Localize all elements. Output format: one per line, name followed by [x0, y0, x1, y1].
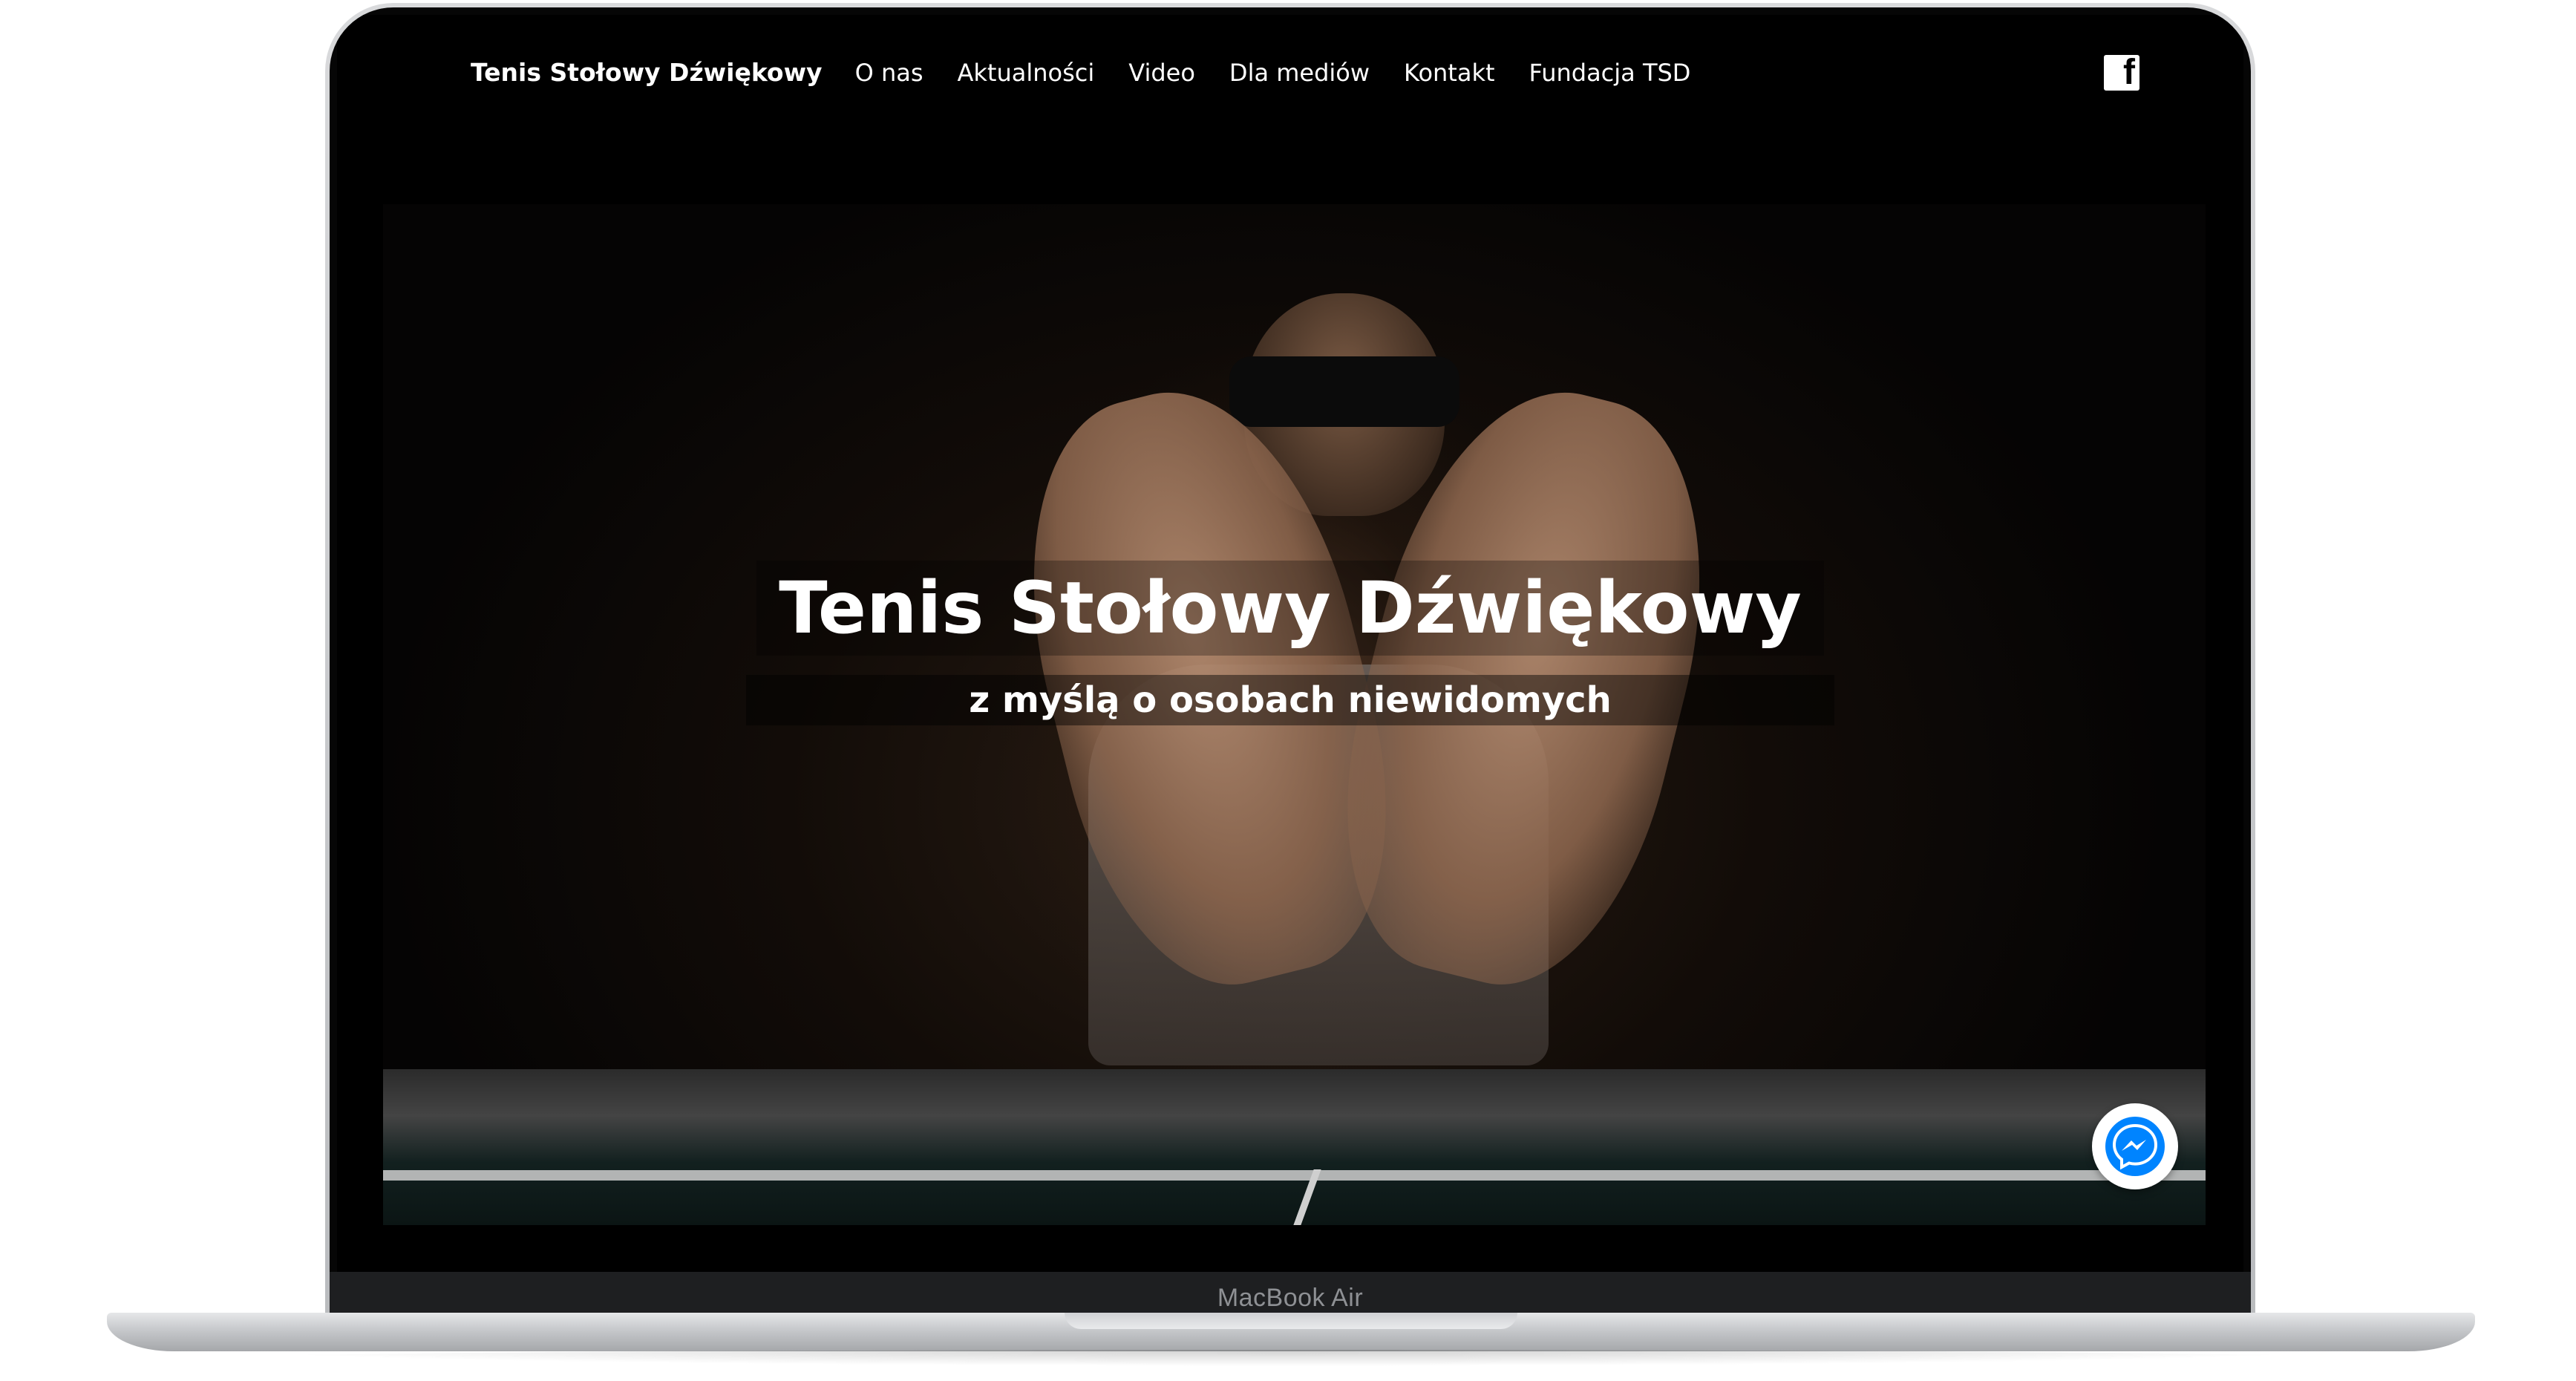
brand-link[interactable]: Tenis Stołowy Dźwiękowy: [471, 58, 823, 87]
laptop-shadow: [223, 1350, 2353, 1366]
laptop-base-notch: [1065, 1313, 1517, 1329]
nav-item-aktualnosci[interactable]: Aktualności: [958, 59, 1095, 87]
hero-ping-pong-table: [383, 1069, 2206, 1225]
hero-text: Tenis Stołowy Dźwiękowy z myślą o osobac…: [337, 561, 2243, 725]
table-edge: [383, 1170, 2206, 1181]
hero-title: Tenis Stołowy Dźwiękowy: [756, 561, 1824, 656]
main-menu: O nas Aktualności Video Dla mediów Konta…: [855, 59, 1725, 87]
nav-item-dla-mediow[interactable]: Dla mediów: [1229, 59, 1370, 87]
nav-item-kontakt[interactable]: Kontakt: [1404, 59, 1494, 87]
nav-item-fundacja-tsd[interactable]: Fundacja TSD: [1529, 59, 1691, 87]
hero-figure-blindfold: [1229, 356, 1459, 427]
nav-item-o-nas[interactable]: O nas: [855, 59, 923, 87]
laptop-bezel: Tenis Stołowy Dźwiękowy O nas Aktualnośc…: [330, 7, 2251, 1324]
hero-subtitle: z myślą o osobach niewidomych: [746, 675, 1834, 725]
nav-item-video[interactable]: Video: [1128, 59, 1195, 87]
laptop-base: [107, 1313, 2475, 1351]
device-label: MacBook Air: [1217, 1283, 1364, 1312]
messenger-icon: [2105, 1117, 2165, 1176]
laptop-lid: Tenis Stołowy Dźwiękowy O nas Aktualnośc…: [325, 3, 2255, 1328]
top-navigation: Tenis Stołowy Dźwiękowy O nas Aktualnośc…: [337, 15, 2243, 130]
website-screen: Tenis Stołowy Dźwiękowy O nas Aktualnośc…: [337, 15, 2243, 1272]
facebook-f-glyph: f: [2123, 52, 2135, 92]
messenger-chat-button[interactable]: [2092, 1103, 2178, 1189]
facebook-icon[interactable]: f: [2104, 52, 2139, 92]
laptop-mockup: Tenis Stołowy Dźwiękowy O nas Aktualnośc…: [0, 0, 2576, 1381]
